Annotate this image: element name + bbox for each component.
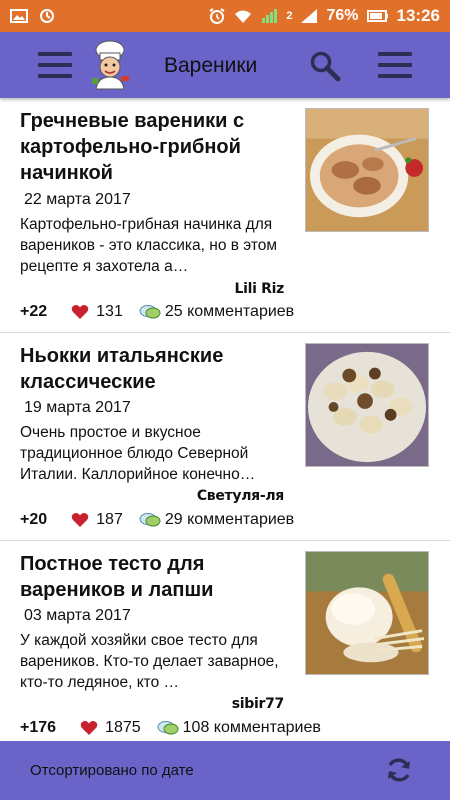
comments-bubble-icon — [139, 305, 161, 319]
recipe-feed[interactable]: Гречневые вареники с картофельно-грибной… — [0, 98, 450, 741]
likes-count: +176 — [20, 719, 57, 736]
recipe-author[interactable]: sibir77 — [232, 696, 285, 712]
wifi-icon — [235, 10, 252, 23]
battery-percent: 76% — [326, 7, 359, 24]
menu-icon-line — [378, 74, 412, 78]
recipe-stats: +22 131 25 комментариев — [20, 303, 294, 321]
menu-icon-line — [38, 74, 72, 78]
recipe-title[interactable]: Ньокки итальянские классические — [20, 343, 290, 395]
overflow-menu-button[interactable] — [378, 52, 412, 78]
status-bar: 2 76% 13:26 — [0, 0, 450, 32]
heart-icon[interactable] — [71, 304, 89, 320]
heart-icon[interactable] — [71, 512, 89, 528]
recipe-date: 03 марта 2017 — [24, 607, 131, 624]
recipe-description: У каждой хозяйки свое тесто для варенико… — [20, 632, 279, 691]
recipe-thumbnail[interactable] — [305, 343, 429, 467]
chef-logo — [92, 40, 129, 90]
recipe-date: 19 марта 2017 — [24, 399, 131, 416]
bottom-bar: Отсортировано по дате — [0, 741, 450, 800]
sort-label[interactable]: Отсортировано по дате — [30, 762, 194, 779]
recipe-card[interactable]: Постное тесто для вареников и лапши 03 м… — [0, 541, 450, 741]
likes-count: +22 — [20, 303, 48, 320]
sim2-badge: 2 — [286, 10, 293, 22]
comments-count[interactable]: 29 комментариев — [165, 511, 294, 529]
refresh-icon[interactable] — [384, 755, 414, 785]
menu-icon-line — [378, 63, 412, 67]
heart-icon[interactable] — [80, 720, 98, 736]
sim2-signal-icon — [301, 9, 318, 23]
recipe-thumbnail[interactable] — [305, 108, 429, 232]
recipe-description: Картофельно-грибная начинка для варенико… — [20, 216, 278, 275]
recipe-date: 22 марта 2017 — [24, 191, 131, 208]
screen-title: Вареники — [164, 54, 258, 77]
drawer-menu-button[interactable] — [38, 52, 72, 78]
recipe-title[interactable]: Гречневые вареники с картофельно-грибной… — [20, 108, 290, 186]
comments-bubble-icon — [139, 513, 161, 527]
screen: 2 76% 13:26 Вареники Гречневые вареники … — [0, 0, 450, 800]
app-bar: Вареники — [0, 32, 450, 98]
comments-bubble-icon — [157, 721, 179, 735]
sync-notification-icon — [40, 9, 54, 23]
battery-icon — [366, 10, 388, 22]
recipe-author[interactable]: Lili Riz — [234, 281, 284, 297]
recipe-card[interactable]: Гречневые вареники с картофельно-грибной… — [0, 98, 450, 333]
views-count: 131 — [96, 303, 123, 320]
menu-icon-line — [38, 52, 72, 56]
recipe-author[interactable]: Светуля-ля — [197, 488, 284, 504]
likes-count: +20 — [20, 511, 48, 528]
menu-icon-line — [378, 52, 412, 56]
menu-icon-line — [38, 63, 72, 67]
alarm-icon — [209, 8, 225, 24]
comments-count[interactable]: 108 комментариев — [183, 719, 321, 737]
search-icon[interactable] — [308, 50, 342, 82]
gallery-notification-icon — [10, 9, 28, 23]
views-count: 1875 — [105, 719, 141, 736]
clock: 13:26 — [396, 6, 440, 25]
recipe-stats: +176 1875 108 комментариев — [20, 719, 321, 737]
comments-count[interactable]: 25 комментариев — [165, 303, 294, 321]
sim1-signal-icon — [262, 9, 278, 23]
views-count: 187 — [96, 511, 123, 528]
recipe-title[interactable]: Постное тесто для вареников и лапши — [20, 551, 290, 603]
recipe-thumbnail[interactable] — [305, 551, 429, 675]
recipe-card[interactable]: Ньокки итальянские классические 19 марта… — [0, 333, 450, 541]
recipe-description: Очень простое и вкусное традиционное блю… — [20, 424, 256, 483]
recipe-stats: +20 187 29 комментариев — [20, 511, 294, 529]
